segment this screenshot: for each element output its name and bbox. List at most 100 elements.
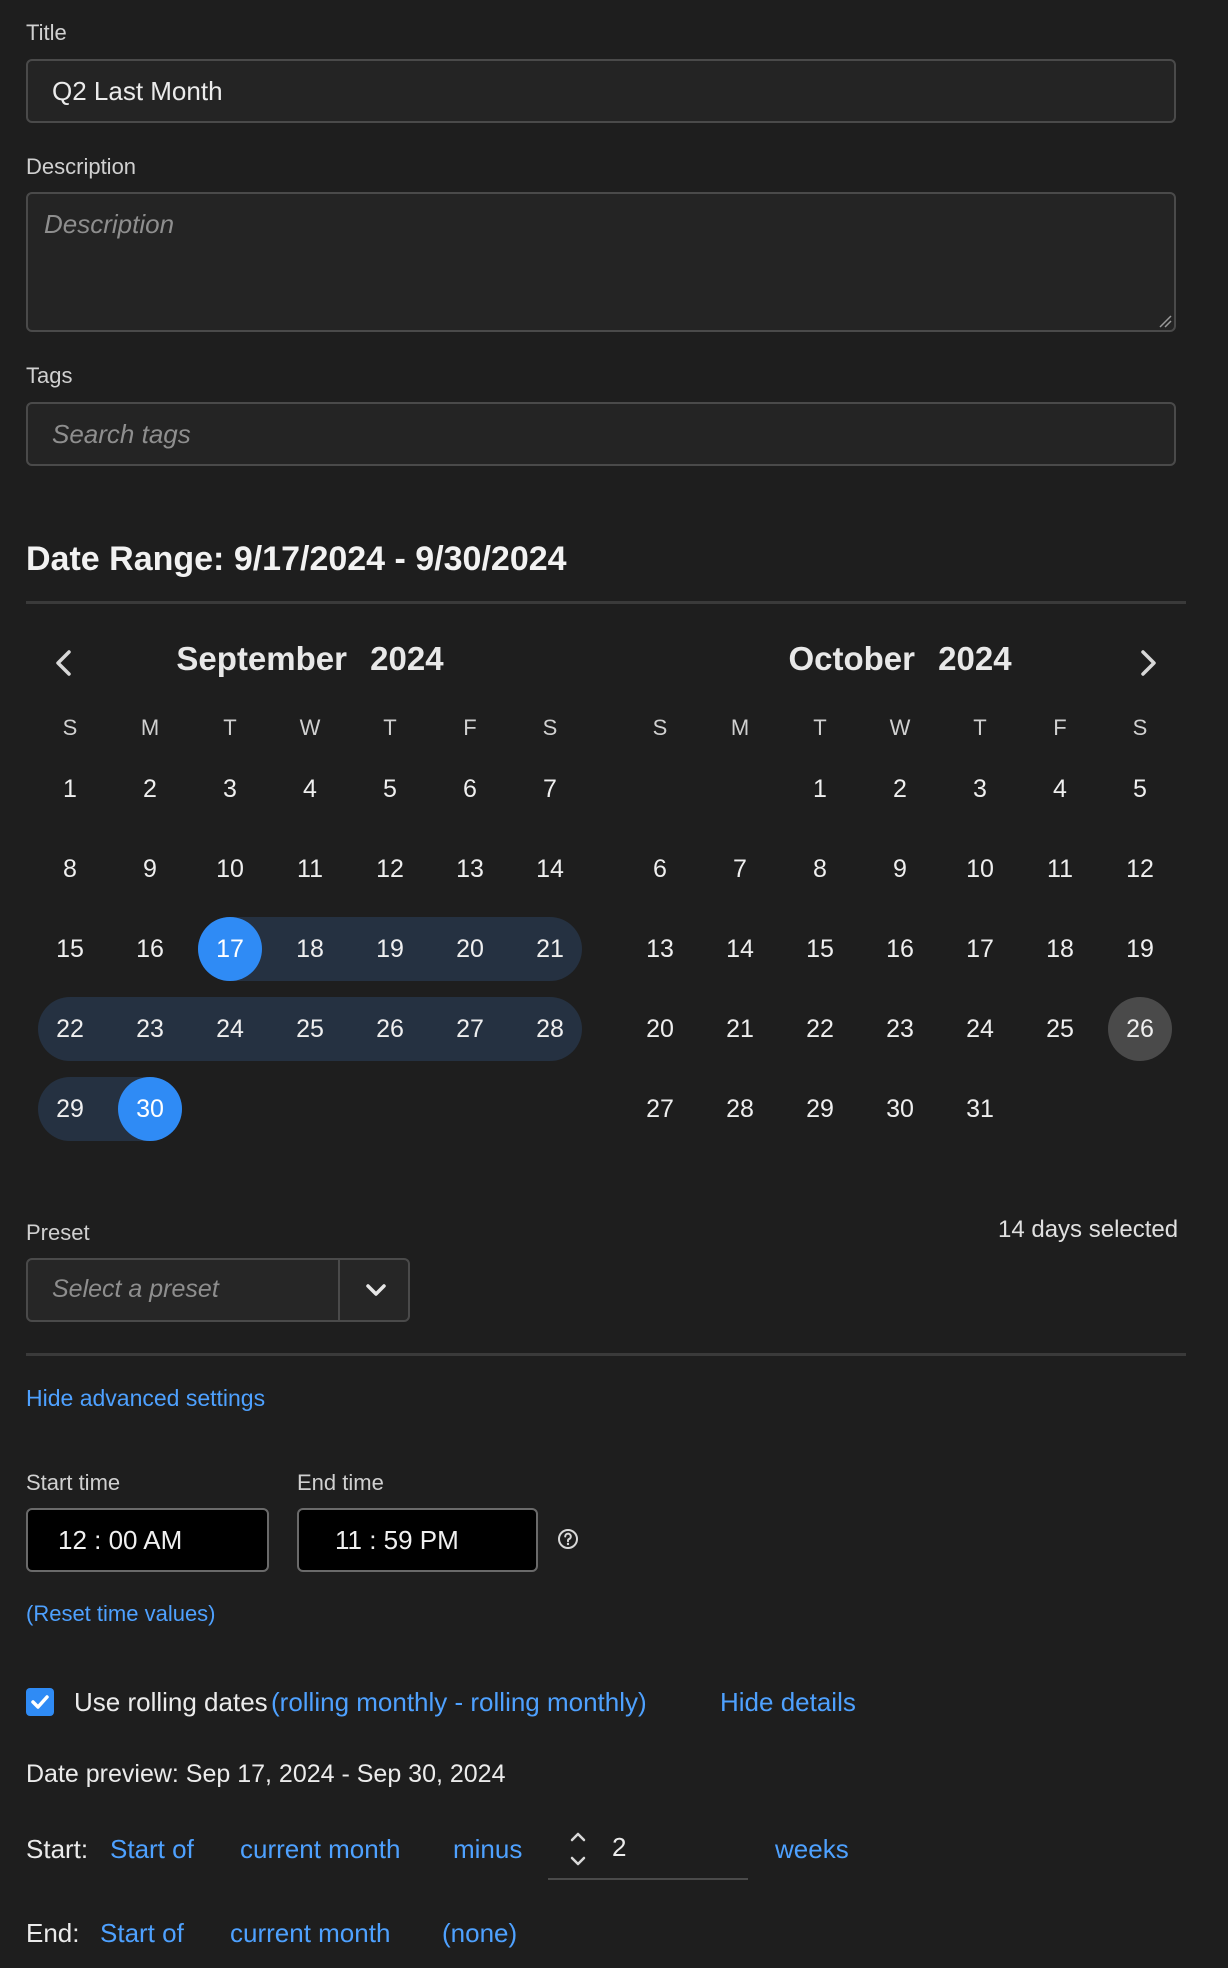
end-period-link[interactable]: current month (230, 1918, 390, 1949)
calendar-day[interactable]: 23 (118, 997, 182, 1061)
calendar-day[interactable]: 21 (708, 997, 772, 1061)
start-time-label: Start time (26, 1470, 121, 1495)
rolling-dates-label[interactable]: Use rolling dates (74, 1687, 268, 1718)
calendar-day[interactable]: 17 (198, 917, 262, 981)
calendar-day[interactable]: 1 (38, 757, 102, 821)
calendar-day[interactable]: 13 (628, 917, 692, 981)
end-start-of-link[interactable]: Start of (100, 1918, 184, 1949)
rolling-summary-link[interactable]: (rolling monthly - rolling monthly) (271, 1687, 647, 1718)
calendar-day[interactable]: 2 (868, 757, 932, 821)
calendar-day[interactable]: 8 (788, 837, 852, 901)
calendar-day[interactable]: 5 (358, 757, 422, 821)
chevron-down-icon[interactable] (362, 1278, 390, 1302)
end-row-label: End: (26, 1918, 80, 1948)
calendar-day[interactable]: 20 (628, 997, 692, 1061)
calendar-day[interactable]: 28 (708, 1077, 772, 1141)
start-op-link[interactable]: minus (453, 1834, 522, 1865)
calendar-day[interactable]: 15 (788, 917, 852, 981)
calendar-day[interactable]: 9 (868, 837, 932, 901)
calendar-day[interactable]: 19 (358, 917, 422, 981)
calendar-day[interactable]: 10 (198, 837, 262, 901)
calendar-day[interactable]: 11 (1028, 837, 1092, 901)
calendar-day[interactable]: 11 (278, 837, 342, 901)
calendar-day[interactable]: 28 (518, 997, 582, 1061)
calendar-day[interactable]: 9 (118, 837, 182, 901)
calendar-day[interactable]: 8 (38, 837, 102, 901)
preset-select[interactable]: Select a preset (26, 1258, 410, 1322)
calendar-day[interactable]: 18 (1028, 917, 1092, 981)
hide-details-link[interactable]: Hide details (720, 1687, 856, 1718)
calendar-day[interactable]: 29 (788, 1077, 852, 1141)
calendar-day[interactable]: 21 (518, 917, 582, 981)
calendar-day[interactable]: 19 (1108, 917, 1172, 981)
end-op-link[interactable]: (none) (442, 1918, 517, 1949)
calendar-day[interactable]: 17 (948, 917, 1012, 981)
calendar-day[interactable]: 27 (438, 997, 502, 1061)
help-icon[interactable] (556, 1527, 580, 1551)
calendar-day[interactable]: 4 (278, 757, 342, 821)
amount-stepper[interactable]: 2 (548, 1822, 748, 1880)
calendar-day[interactable]: 16 (868, 917, 932, 981)
preset-label: Preset (26, 1220, 90, 1245)
title-input[interactable]: Q2 Last Month (26, 59, 1176, 123)
end-time-input[interactable]: 11 : 59 PM (297, 1508, 538, 1572)
calendar-day[interactable]: 7 (518, 757, 582, 821)
tags-label: Tags (26, 363, 73, 388)
date-range-divider (26, 601, 1186, 604)
rolling-dates-checkbox[interactable] (26, 1688, 54, 1716)
calendar-day[interactable]: 5 (1108, 757, 1172, 821)
calendar-day[interactable]: 24 (948, 997, 1012, 1061)
hide-advanced-settings-link[interactable]: Hide advanced settings (26, 1385, 265, 1412)
calendar-day[interactable]: 31 (948, 1077, 1012, 1141)
preset-divider (26, 1353, 1186, 1356)
start-period-link[interactable]: current month (240, 1834, 400, 1865)
calendar-day[interactable]: 6 (628, 837, 692, 901)
weekday-label: M (730, 715, 750, 740)
resize-handle-icon[interactable] (1158, 314, 1172, 328)
start-unit-link[interactable]: weeks (775, 1834, 849, 1865)
tags-search-input[interactable]: Search tags (26, 402, 1176, 466)
calendar-day[interactable]: 12 (358, 837, 422, 901)
start-of-link[interactable]: Start of (110, 1834, 194, 1865)
calendar-day[interactable]: 3 (198, 757, 262, 821)
calendar-day[interactable]: 25 (1028, 997, 1092, 1061)
calendar-day[interactable]: 30 (868, 1077, 932, 1141)
calendar-day[interactable]: 1 (788, 757, 852, 821)
calendar-day[interactable]: 27 (628, 1077, 692, 1141)
calendar-day[interactable]: 7 (708, 837, 772, 901)
calendar-day[interactable]: 16 (118, 917, 182, 981)
calendar-day[interactable]: 20 (438, 917, 502, 981)
month-title-right: October 2024 (630, 640, 1170, 678)
calendar-day[interactable]: 3 (948, 757, 1012, 821)
calendar-day[interactable]: 18 (278, 917, 342, 981)
weekday-label: T (383, 715, 397, 740)
calendar-day[interactable]: 14 (708, 917, 772, 981)
calendar-day[interactable]: 25 (278, 997, 342, 1061)
stepper-arrows-icon[interactable] (568, 1828, 588, 1872)
calendar-day[interactable]: 30 (118, 1077, 182, 1141)
calendar-day[interactable]: 12 (1108, 837, 1172, 901)
calendar-day[interactable]: 14 (518, 837, 582, 901)
calendar-day[interactable]: 4 (1028, 757, 1092, 821)
reset-time-values-link[interactable]: (Reset time values) (26, 1601, 216, 1627)
date-preview-text: Date preview: Sep 17, 2024 - Sep 30, 202… (26, 1760, 506, 1788)
start-time-input[interactable]: 12 : 00 AM (26, 1508, 269, 1572)
weekday-label: T (223, 715, 237, 740)
calendar-day[interactable]: 29 (38, 1077, 102, 1141)
calendar-day[interactable]: 13 (438, 837, 502, 901)
calendar-day[interactable]: 15 (38, 917, 102, 981)
calendar-day[interactable]: 26 (1108, 997, 1172, 1061)
calendar-september: September 2024 SMTWTFS 1 2 3 4 5 6 7 8 9 10 11 12 13… (38, 640, 600, 1160)
calendar-day[interactable]: 6 (438, 757, 502, 821)
description-textarea[interactable]: Description (26, 192, 1176, 332)
preset-placeholder: Select a preset (52, 1275, 219, 1303)
calendar-day[interactable]: 22 (38, 997, 102, 1061)
weekday-label: W (299, 715, 321, 740)
calendar-day[interactable]: 10 (948, 837, 1012, 901)
calendar-day[interactable]: 22 (788, 997, 852, 1061)
calendar-day[interactable]: 23 (868, 997, 932, 1061)
calendar-day[interactable]: 24 (198, 997, 262, 1061)
calendar-day[interactable]: 2 (118, 757, 182, 821)
tags-placeholder: Search tags (52, 419, 191, 449)
calendar-day[interactable]: 26 (358, 997, 422, 1061)
